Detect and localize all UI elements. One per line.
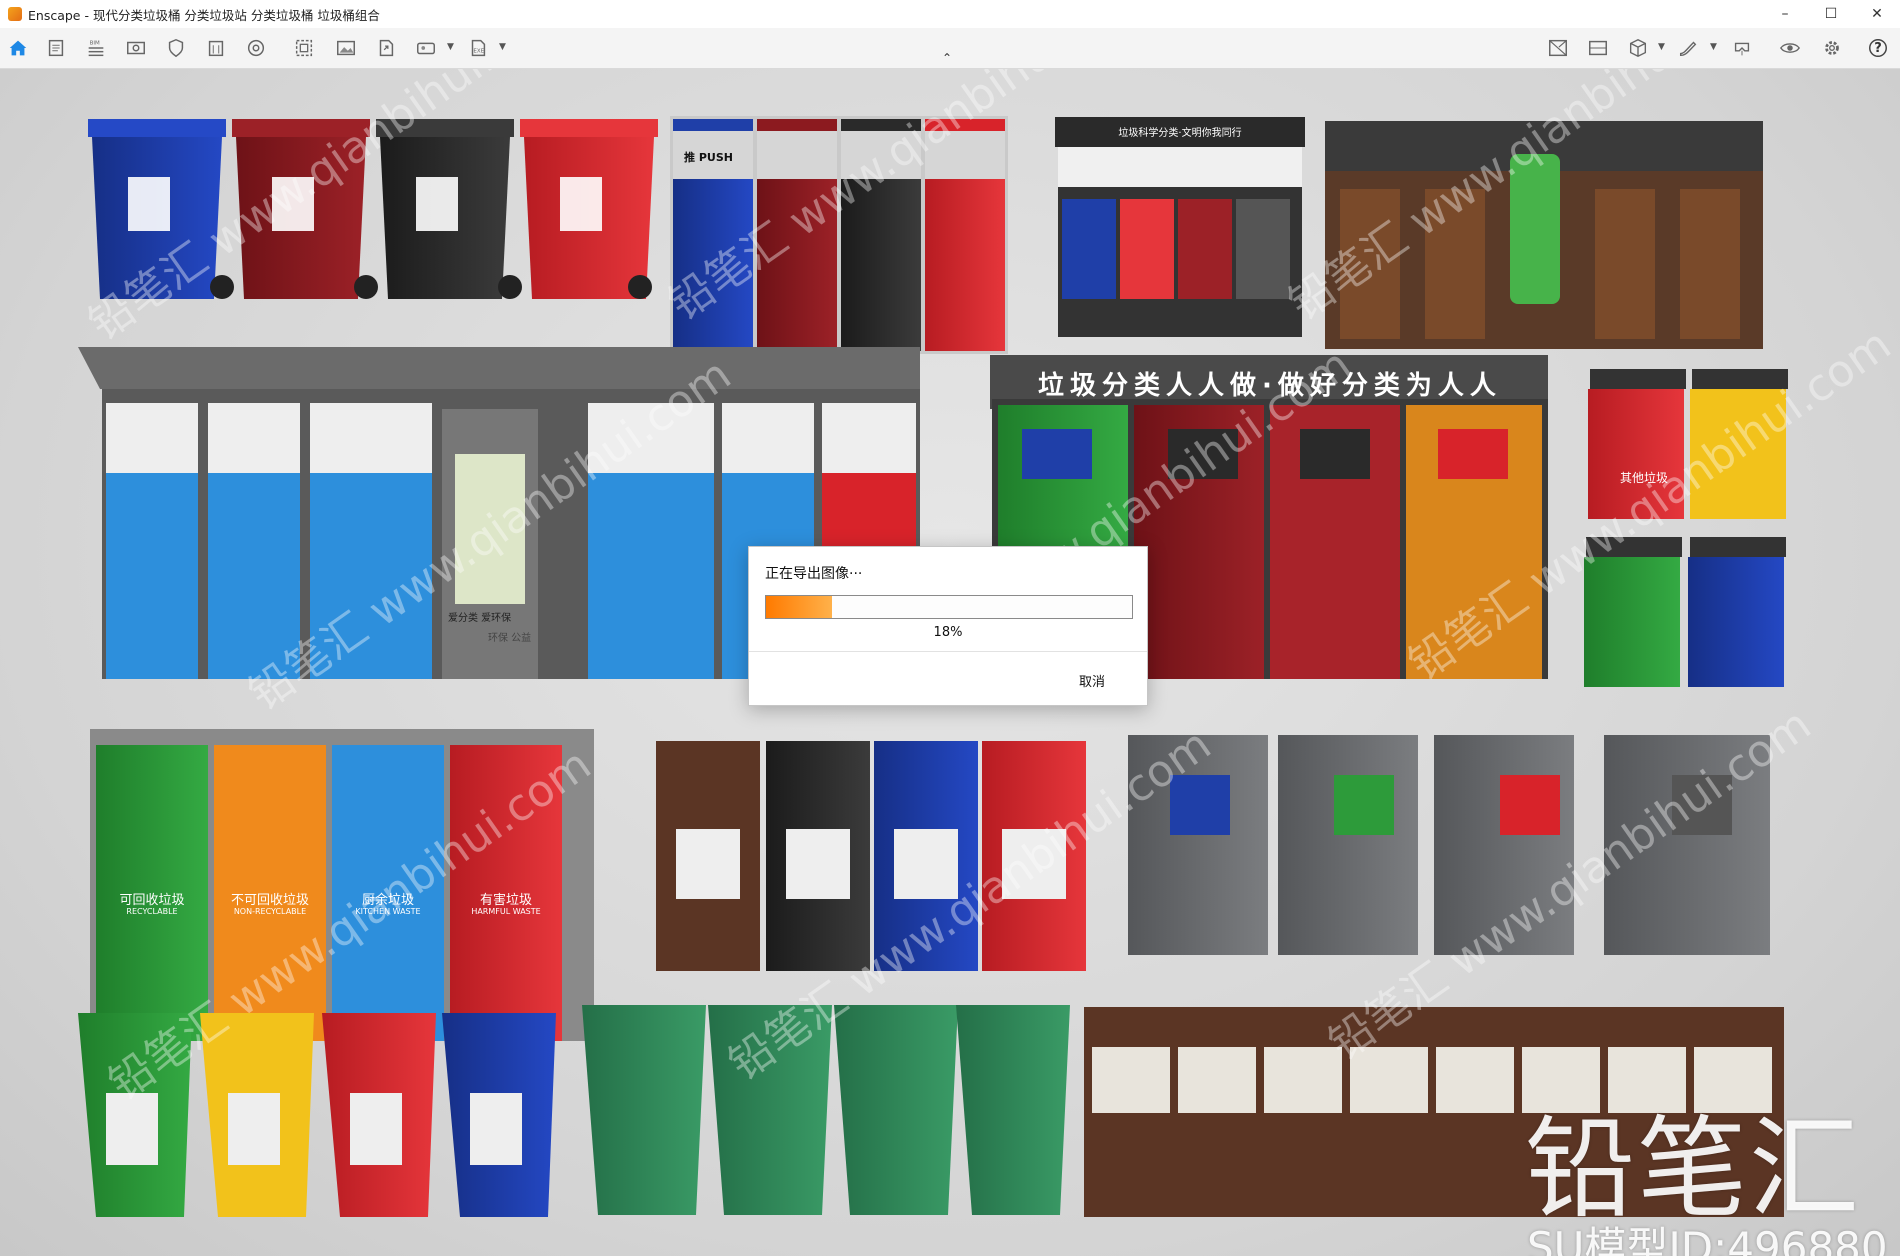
asset-icon[interactable] — [414, 36, 438, 60]
pedal-bin-blue — [874, 741, 978, 971]
svg-text:EXE: EXE — [473, 49, 484, 55]
wheelie-bin-red — [520, 119, 658, 299]
label-recyclable: 可回收垃圾 — [119, 893, 185, 908]
pedal-bin-red — [982, 741, 1086, 971]
station-banner: 垃圾分类人人做·做好分类为人人 — [1038, 371, 1502, 401]
small-bin-blue — [1688, 537, 1786, 687]
chevron-down-icon[interactable]: ▼ — [447, 42, 455, 52]
teal-wheelie-bin-2 — [708, 1005, 832, 1215]
window-title: Enscape - 现代分类垃圾桶 分类垃圾站 分类垃圾桶 垃圾桶组合 — [28, 7, 380, 23]
collapse-toolbar-icon[interactable]: ⌃ — [942, 51, 952, 65]
wheelie-bin-black — [376, 119, 522, 299]
small-bin-red — [1588, 369, 1686, 519]
progress-bar — [765, 595, 1133, 619]
grey-bin-kitchen — [1278, 735, 1418, 955]
cancel-button[interactable]: 取消 — [1079, 671, 1105, 690]
vr-icon[interactable] — [1730, 36, 1754, 60]
maximize-button[interactable]: ☐ — [1808, 0, 1854, 28]
help-label: ? — [1874, 40, 1882, 56]
close-button[interactable]: ✕ — [1854, 0, 1900, 28]
teal-wheelie-bin-4 — [956, 1005, 1070, 1215]
label-harmful-en: HARMFUL WASTE — [471, 907, 541, 916]
progress-percent: 18% — [933, 625, 963, 640]
exe-icon[interactable]: EXE — [466, 36, 490, 60]
plastic-bin-red — [322, 1013, 436, 1217]
minimize-button[interactable]: – — [1762, 0, 1808, 28]
plastic-bin-yellow — [200, 1013, 314, 1217]
dialog-divider — [749, 651, 1147, 652]
panorama-icon[interactable] — [1586, 36, 1610, 60]
dialog-title: 正在导出图像··· — [765, 566, 863, 582]
small-sorting-station — [1055, 117, 1305, 337]
cube-icon[interactable] — [1626, 36, 1650, 60]
wheelie-bin-blue — [88, 119, 234, 299]
model-id-watermark: SU模型ID:496880 — [1527, 1223, 1888, 1256]
grey-bin-recyclable — [1128, 735, 1268, 955]
settings-wheel-icon[interactable] — [244, 36, 268, 60]
label-non-recyclable-en: NON-RECYCLABLE — [233, 907, 307, 916]
teal-wheelie-bin-1 — [582, 1005, 706, 1215]
export-dialog: 正在导出图像··· 18% 取消 — [748, 546, 1148, 706]
label-recyclable-en: RECYCLABLE — [126, 907, 178, 916]
shield-icon[interactable] — [164, 36, 188, 60]
chevron-down-icon[interactable]: ▼ — [1710, 42, 1718, 52]
label-harmful: 有害垃圾 — [479, 893, 532, 908]
title-bar: Enscape - 现代分类垃圾桶 分类垃圾站 分类垃圾桶 垃圾桶组合 – ☐ … — [0, 0, 1900, 28]
enscape-logo-icon — [8, 7, 22, 21]
home-icon[interactable] — [6, 36, 30, 60]
progress-fill — [766, 596, 832, 618]
label-non-recyclable: 不可回收垃圾 — [230, 893, 309, 908]
label-kitchen: 厨余垃圾 — [361, 893, 414, 908]
small-station-label: 垃圾科学分类·文明你我同行 — [1118, 128, 1242, 139]
gear-icon[interactable] — [1820, 36, 1844, 60]
pedal-bin-brown — [656, 741, 760, 971]
small-bin-green — [1584, 537, 1682, 687]
bim-icon[interactable]: BIM — [84, 36, 108, 60]
grey-bin-harmful — [1434, 735, 1574, 955]
image-icon[interactable] — [334, 36, 358, 60]
view-icon[interactable] — [124, 36, 148, 60]
eye-icon[interactable] — [1778, 36, 1802, 60]
wooden-sorting-station — [1325, 121, 1763, 349]
svg-text:BIM: BIM — [90, 40, 100, 46]
plastic-bin-blue — [442, 1013, 556, 1217]
export-icon[interactable] — [374, 36, 398, 60]
small-bin-yellow — [1690, 369, 1788, 519]
building-icon[interactable] — [204, 36, 228, 60]
capture-icon[interactable] — [292, 36, 316, 60]
map-icon[interactable] — [1546, 36, 1570, 60]
grey-bin-other — [1604, 735, 1770, 955]
brush-icon[interactable] — [1676, 36, 1700, 60]
document-icon[interactable] — [44, 36, 68, 60]
chevron-down-icon[interactable]: ▼ — [499, 42, 507, 52]
chevron-down-icon[interactable]: ▼ — [1658, 42, 1666, 52]
help-icon[interactable]: ? — [1866, 36, 1890, 60]
label-kitchen-en: KITCHEN WASTE — [355, 907, 421, 916]
kiosk-sub: 环保 公益 — [488, 633, 532, 644]
four-compartment-bin — [90, 729, 594, 1041]
wheelie-bin-darkred — [232, 119, 378, 299]
window-controls: – ☐ ✕ — [1762, 0, 1900, 28]
push-label: 推 PUSH — [684, 151, 733, 164]
plastic-bin-green — [78, 1013, 192, 1217]
pedal-bin-black — [766, 741, 870, 971]
teal-wheelie-bin-3 — [834, 1005, 958, 1215]
label-other: 其他垃圾 — [1620, 471, 1669, 485]
kiosk-slogan: 爱分类 爱环保 — [448, 613, 512, 624]
